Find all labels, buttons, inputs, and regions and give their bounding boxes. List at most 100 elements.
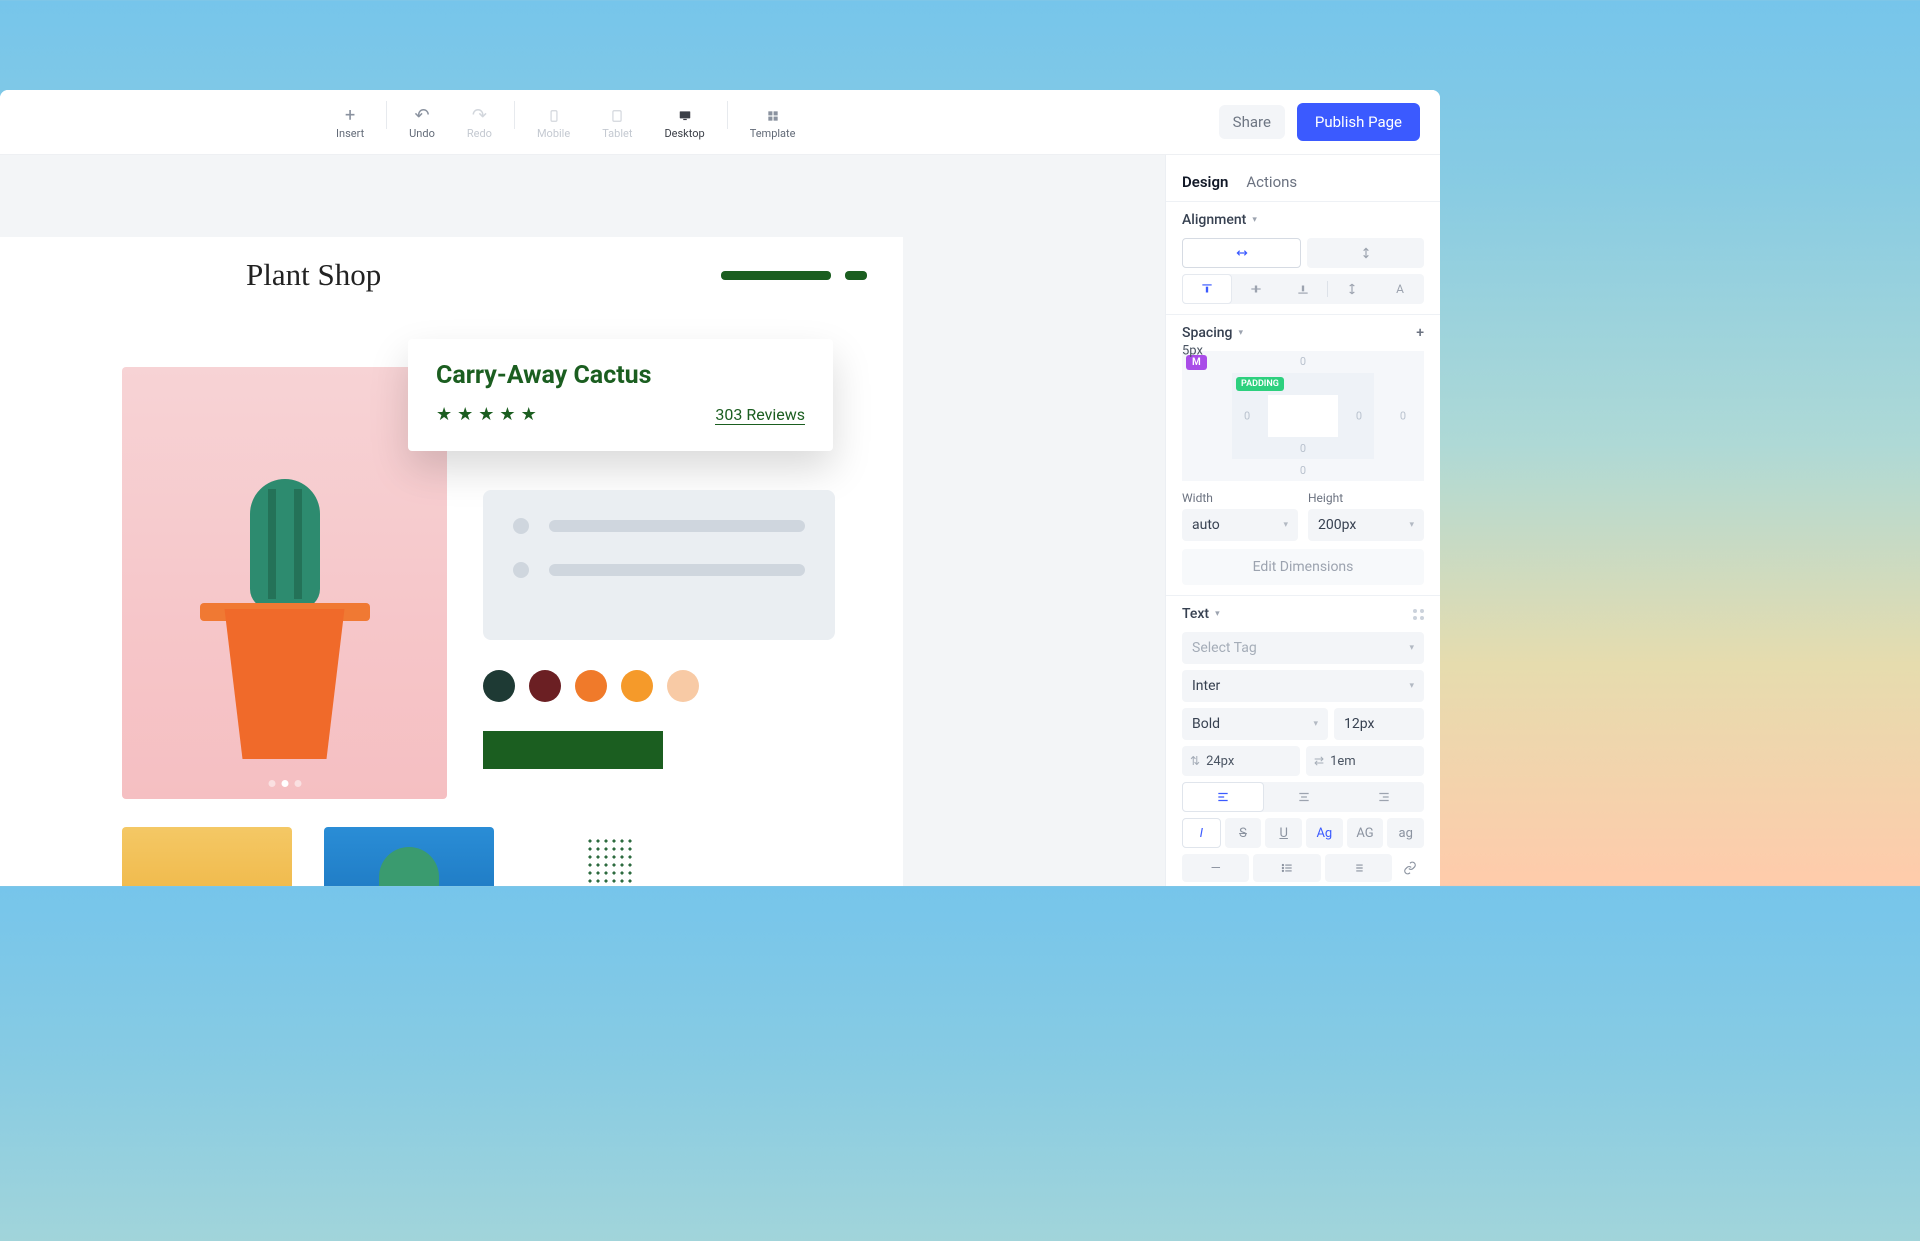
share-button[interactable]: Share bbox=[1219, 105, 1285, 139]
plant-illustration bbox=[586, 837, 636, 886]
cta-button-placeholder[interactable] bbox=[483, 731, 663, 769]
lowercase-button[interactable]: ag bbox=[1387, 818, 1424, 848]
width-input[interactable]: auto▾ bbox=[1182, 509, 1298, 541]
align-middle-button[interactable] bbox=[1232, 274, 1280, 304]
separator bbox=[727, 101, 728, 129]
uppercase-button[interactable]: AG bbox=[1347, 818, 1384, 848]
text-section: Text ▾ Select Tag▾ Inter▾ Bold▾ 12px ⇅24… bbox=[1166, 595, 1440, 886]
star-rating: ★ ★ ★ ★ ★ bbox=[436, 404, 537, 425]
product-name[interactable]: Carry-Away Cactus bbox=[436, 361, 805, 390]
italic-button[interactable]: I bbox=[1182, 818, 1221, 848]
dot[interactable] bbox=[294, 780, 301, 787]
margin-box[interactable]: M 0 0 0 5px PADDING 0 0 0 bbox=[1182, 351, 1424, 481]
font-select[interactable]: Inter▾ bbox=[1182, 670, 1424, 702]
padding-right[interactable]: 0 bbox=[1356, 410, 1362, 423]
tablet-button[interactable]: Tablet bbox=[586, 101, 648, 144]
undo-button[interactable]: ↶ Undo bbox=[393, 101, 451, 144]
height-input[interactable]: 200px▾ bbox=[1308, 509, 1424, 541]
desktop-icon bbox=[678, 105, 692, 127]
chevron-down-icon: ▾ bbox=[1239, 328, 1244, 338]
numbered-list-button[interactable] bbox=[1325, 854, 1392, 882]
align-baseline-button[interactable]: A bbox=[1376, 274, 1424, 304]
swatch[interactable] bbox=[483, 670, 515, 702]
tab-actions[interactable]: Actions bbox=[1246, 173, 1297, 191]
edit-dimensions-button[interactable]: Edit Dimensions bbox=[1182, 549, 1424, 585]
add-spacing-button[interactable]: + bbox=[1416, 325, 1424, 341]
mobile-label: Mobile bbox=[537, 127, 570, 140]
template-button[interactable]: Template bbox=[734, 101, 812, 144]
mobile-icon bbox=[547, 105, 561, 127]
carousel-dots[interactable] bbox=[268, 780, 301, 787]
desktop-button[interactable]: Desktop bbox=[648, 101, 720, 144]
padding-left[interactable]: 0 bbox=[1244, 410, 1250, 423]
swatch[interactable] bbox=[529, 670, 561, 702]
publish-button[interactable]: Publish Page bbox=[1297, 103, 1420, 141]
font-value: Inter bbox=[1192, 678, 1220, 694]
align-horizontal-button[interactable] bbox=[1182, 238, 1301, 268]
line-height-input[interactable]: ⇅24px bbox=[1182, 746, 1300, 776]
tag-select[interactable]: Select Tag▾ bbox=[1182, 632, 1424, 664]
product-image[interactable] bbox=[122, 367, 447, 799]
weight-select[interactable]: Bold▾ bbox=[1182, 708, 1328, 740]
insert-button[interactable]: + Insert bbox=[320, 101, 380, 144]
text-placeholder bbox=[549, 564, 805, 576]
bullet-placeholder bbox=[513, 518, 529, 534]
link-button[interactable] bbox=[1396, 854, 1424, 882]
template-label: Template bbox=[750, 127, 796, 140]
tab-design[interactable]: Design bbox=[1182, 173, 1228, 191]
drag-handle-icon[interactable] bbox=[1413, 609, 1424, 620]
swatch[interactable] bbox=[667, 670, 699, 702]
thumbnail[interactable] bbox=[122, 827, 292, 886]
dot[interactable] bbox=[268, 780, 275, 787]
align-bottom-button[interactable] bbox=[1280, 274, 1328, 304]
chevron-down-icon: ▾ bbox=[1215, 609, 1220, 619]
swatch[interactable] bbox=[575, 670, 607, 702]
margin-left[interactable]: 5px bbox=[1182, 344, 1424, 359]
text-color-button[interactable]: Ag bbox=[1306, 818, 1343, 848]
strikethrough-button[interactable]: S bbox=[1225, 818, 1262, 848]
align-vertical-button[interactable] bbox=[1307, 238, 1424, 268]
section-header[interactable]: Spacing ▾ + bbox=[1182, 325, 1424, 341]
canvas-page[interactable]: Plant Shop bbox=[0, 237, 903, 886]
list-row: — bbox=[1182, 854, 1424, 882]
toolbar-tools: + Insert ↶ Undo ↷ Redo Mobile bbox=[320, 101, 811, 144]
section-header[interactable]: Text ▾ bbox=[1182, 606, 1424, 622]
align-top-button[interactable] bbox=[1182, 274, 1232, 304]
spacing-title: Spacing bbox=[1182, 325, 1233, 341]
text-placeholder bbox=[549, 520, 805, 532]
section-header[interactable]: Alignment ▾ bbox=[1182, 212, 1424, 228]
dot-active[interactable] bbox=[281, 780, 288, 787]
padding-box[interactable]: PADDING 0 0 0 bbox=[1232, 373, 1374, 459]
text-align-right[interactable] bbox=[1344, 782, 1424, 812]
no-list-button[interactable]: — bbox=[1182, 854, 1249, 882]
align-stretch-button[interactable] bbox=[1328, 274, 1376, 304]
flex-direction-row bbox=[1182, 238, 1424, 268]
text-style-row: I S U Ag AG ag bbox=[1182, 818, 1424, 848]
margin-bottom[interactable]: 0 bbox=[1300, 464, 1306, 477]
vertical-align-row: A bbox=[1182, 274, 1424, 304]
thumbnail[interactable] bbox=[526, 827, 696, 886]
size-input[interactable]: 12px bbox=[1334, 708, 1424, 740]
description-placeholder[interactable] bbox=[483, 490, 835, 640]
bullet-list-button[interactable] bbox=[1253, 854, 1320, 882]
panel-tabs: Design Actions bbox=[1166, 155, 1440, 201]
nav-item-placeholder[interactable] bbox=[721, 271, 831, 280]
margin-right[interactable]: 0 bbox=[1400, 410, 1406, 423]
reviews-link[interactable]: 303 Reviews bbox=[715, 405, 805, 425]
mobile-button[interactable]: Mobile bbox=[521, 101, 586, 144]
product-card[interactable]: Carry-Away Cactus ★ ★ ★ ★ ★ 303 Reviews bbox=[408, 339, 833, 451]
chevron-down-icon: ▾ bbox=[1313, 719, 1318, 729]
nav-item-placeholder[interactable] bbox=[845, 271, 867, 280]
redo-button[interactable]: ↷ Redo bbox=[451, 101, 508, 144]
canvas[interactable]: Plant Shop bbox=[0, 155, 1165, 886]
swatch[interactable] bbox=[621, 670, 653, 702]
line-height-value: 24px bbox=[1206, 754, 1234, 769]
thumbnail[interactable] bbox=[324, 827, 494, 886]
text-align-left[interactable] bbox=[1182, 782, 1264, 812]
box-model[interactable]: M 0 0 0 5px PADDING 0 0 0 bbox=[1182, 351, 1424, 481]
text-align-center[interactable] bbox=[1264, 782, 1344, 812]
padding-bottom[interactable]: 0 bbox=[1300, 442, 1306, 455]
letter-spacing-input[interactable]: ⇄1em bbox=[1306, 746, 1424, 776]
underline-button[interactable]: U bbox=[1265, 818, 1302, 848]
site-title[interactable]: Plant Shop bbox=[246, 257, 381, 293]
